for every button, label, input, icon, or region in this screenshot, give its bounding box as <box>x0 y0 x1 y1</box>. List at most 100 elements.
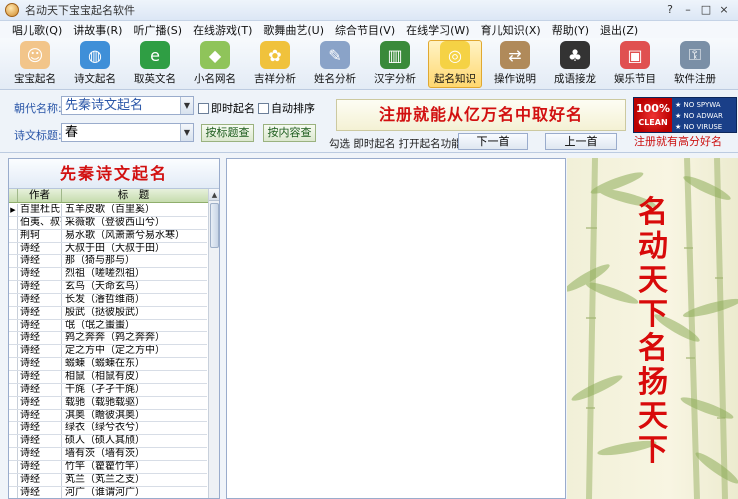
list-scrollbar[interactable]: ▲ <box>208 189 219 498</box>
toolbar-button[interactable]: ▣ 娱乐节目 <box>608 40 662 88</box>
toolbar-button[interactable]: ♣ 成语接龙 <box>548 40 602 88</box>
auto-sort-checkbox[interactable]: 自动排序 <box>258 100 315 116</box>
search-by-content-button[interactable]: 按内容查 <box>263 124 316 142</box>
toolbar-button[interactable]: ◆ 小名网名 <box>188 40 242 88</box>
cell-author: 诗经 <box>18 358 62 370</box>
toolbar: ☺ 宝宝起名 ◍ 诗文起名 e 取英文名 ◆ 小名网名 ✿ 吉祥分析 ✎ 姓名分析 ▥ 汉字分析 ◎ 起名知识… <box>0 38 738 90</box>
table-row[interactable]: 诗经 硕人（硕人其颀） <box>9 435 207 449</box>
keys-icon: ⚿ <box>680 41 710 69</box>
column-title[interactable]: 标 题 <box>62 189 205 202</box>
row-selector[interactable] <box>9 268 18 281</box>
table-row[interactable]: 诗经 烈祖（嗟嗟烈祖） <box>9 268 207 282</box>
row-selector[interactable] <box>9 319 18 332</box>
toolbar-button[interactable]: ▥ 汉字分析 <box>368 40 422 88</box>
row-selector[interactable] <box>9 370 18 383</box>
toolbar-button[interactable]: ◎ 起名知识 <box>428 40 482 88</box>
toolbar-button[interactable]: ⚿ 软件注册 <box>668 40 722 88</box>
scroll-thumb[interactable] <box>210 203 219 248</box>
toolbar-button[interactable]: ☺ 宝宝起名 <box>8 40 62 88</box>
cell-author: 诗经 <box>18 345 62 358</box>
tag-icon: ◆ <box>200 41 230 69</box>
poem-content-area[interactable] <box>226 158 566 499</box>
table-row[interactable]: 诗经 那（猗与那与） <box>9 255 207 269</box>
table-row[interactable]: 诗经 氓（氓之蚩蚩） <box>9 319 207 333</box>
chevron-down-icon[interactable]: ▼ <box>180 97 193 114</box>
cell-author: 诗经 <box>18 396 62 409</box>
checkbox-box[interactable] <box>198 102 209 114</box>
table-row[interactable]: ▶ 百里杜氏 五羊皮歌（百里奚） <box>9 204 207 217</box>
prev-poem-button[interactable]: 上一首 <box>545 133 617 150</box>
maximize-button[interactable]: □ <box>698 2 714 18</box>
row-selector[interactable] <box>9 306 18 319</box>
cell-title: 那（猗与那与） <box>65 255 135 267</box>
poem-title-input[interactable]: 春 ▼ <box>61 123 194 142</box>
row-selector[interactable] <box>9 358 18 370</box>
row-selector[interactable]: ▶ <box>9 204 18 216</box>
toolbar-button[interactable]: ✎ 姓名分析 <box>308 40 362 88</box>
table-row[interactable]: 诗经 载驰（载驰载驱） <box>9 396 207 410</box>
row-selector[interactable] <box>9 293 18 306</box>
chevron-down-icon[interactable]: ▼ <box>180 124 193 141</box>
row-selector[interactable] <box>9 435 18 448</box>
row-selector[interactable] <box>9 255 18 268</box>
instant-naming-checkbox[interactable]: 即时起名 <box>198 100 255 116</box>
menu-item[interactable]: 歌舞曲艺(U) <box>263 22 324 38</box>
menu-item[interactable]: 唱儿歌(Q) <box>12 22 62 38</box>
menu-item[interactable]: 育儿知识(X) <box>481 22 541 38</box>
register-banner[interactable]: 注册就能从亿万名中取好名 <box>336 99 626 131</box>
row-selector[interactable] <box>9 448 18 460</box>
row-selector[interactable] <box>9 409 18 422</box>
row-selector[interactable] <box>9 229 18 242</box>
row-selector[interactable] <box>9 460 18 473</box>
row-selector[interactable] <box>9 216 18 229</box>
table-row[interactable]: 诗经 蝃蝀（蝃蝀在东） <box>9 358 207 371</box>
row-selector[interactable] <box>9 281 18 293</box>
row-selector[interactable] <box>9 383 18 396</box>
cell-title: 烈祖（嗟嗟烈祖） <box>65 268 145 280</box>
table-row[interactable]: 诗经 定之方中（定之方中） <box>9 345 207 359</box>
column-author[interactable]: 作者 <box>18 189 62 202</box>
checkbox-box[interactable] <box>258 102 269 114</box>
table-row[interactable]: 诗经 淇奥（瞻彼淇奥） <box>9 409 207 423</box>
table-row[interactable]: 诗经 河广（谁谓河广） <box>9 486 207 498</box>
toolbar-button-label: 取英文名 <box>134 73 176 85</box>
row-selector[interactable] <box>9 396 18 409</box>
table-row[interactable]: 诗经 玄鸟（天命玄鸟） <box>9 281 207 294</box>
table-row[interactable]: 诗经 鹑之奔奔（鹑之奔奔） <box>9 332 207 346</box>
dynasty-select[interactable]: 先秦诗文起名 ▼ <box>61 96 194 115</box>
table-row[interactable]: 荆轲 易水歌（风萧萧兮易水寒） <box>9 229 207 243</box>
table-row[interactable]: 诗经 殷武（挞彼殷武） <box>9 306 207 320</box>
table-row[interactable]: 诗经 绿衣（绿兮衣兮） <box>9 422 207 436</box>
toolbar-button[interactable]: ⇄ 操作说明 <box>488 40 542 88</box>
table-row[interactable]: 诗经 相鼠（相鼠有皮） <box>9 370 207 384</box>
next-poem-button[interactable]: 下一首 <box>458 133 528 150</box>
menu-item[interactable]: 听广播(S) <box>133 22 182 38</box>
row-selector[interactable] <box>9 422 18 435</box>
table-row[interactable]: 诗经 竹竿（籊籊竹竿） <box>9 460 207 474</box>
menu-item[interactable]: 在线游戏(T) <box>193 22 252 38</box>
row-selector[interactable] <box>9 345 18 358</box>
toolbar-button[interactable]: e 取英文名 <box>128 40 182 88</box>
menu-item[interactable]: 在线学习(W) <box>406 22 469 38</box>
scroll-up-icon[interactable]: ▲ <box>209 189 219 201</box>
row-selector[interactable] <box>9 242 18 255</box>
menu-item[interactable]: 帮助(Y) <box>552 22 589 38</box>
table-row[interactable]: 诗经 芄兰（芄兰之支） <box>9 473 207 487</box>
menu-item[interactable]: 综合节目(V) <box>335 22 395 38</box>
menu-item[interactable]: 退出(Z) <box>600 22 638 38</box>
row-selector[interactable] <box>9 332 18 345</box>
help-button[interactable]: ? <box>662 2 678 18</box>
row-selector[interactable] <box>9 486 18 498</box>
table-row[interactable]: 诗经 长发（濬哲维商） <box>9 293 207 307</box>
table-row[interactable]: 诗经 干旄（孑孑干旄） <box>9 383 207 397</box>
close-button[interactable]: × <box>716 2 732 18</box>
search-by-title-button[interactable]: 按标题查 <box>201 124 254 142</box>
table-row[interactable]: 诗经 墙有茨（墙有茨） <box>9 448 207 461</box>
menu-item[interactable]: 讲故事(R) <box>73 22 122 38</box>
row-selector[interactable] <box>9 473 18 486</box>
toolbar-button[interactable]: ◍ 诗文起名 <box>68 40 122 88</box>
table-row[interactable]: 诗经 大叔于田（大叔于田） <box>9 242 207 256</box>
table-row[interactable]: 伯夷、叔齐采薇歌（登彼西山兮） <box>9 216 207 230</box>
toolbar-button[interactable]: ✿ 吉祥分析 <box>248 40 302 88</box>
minimize-button[interactable]: – <box>680 2 696 18</box>
